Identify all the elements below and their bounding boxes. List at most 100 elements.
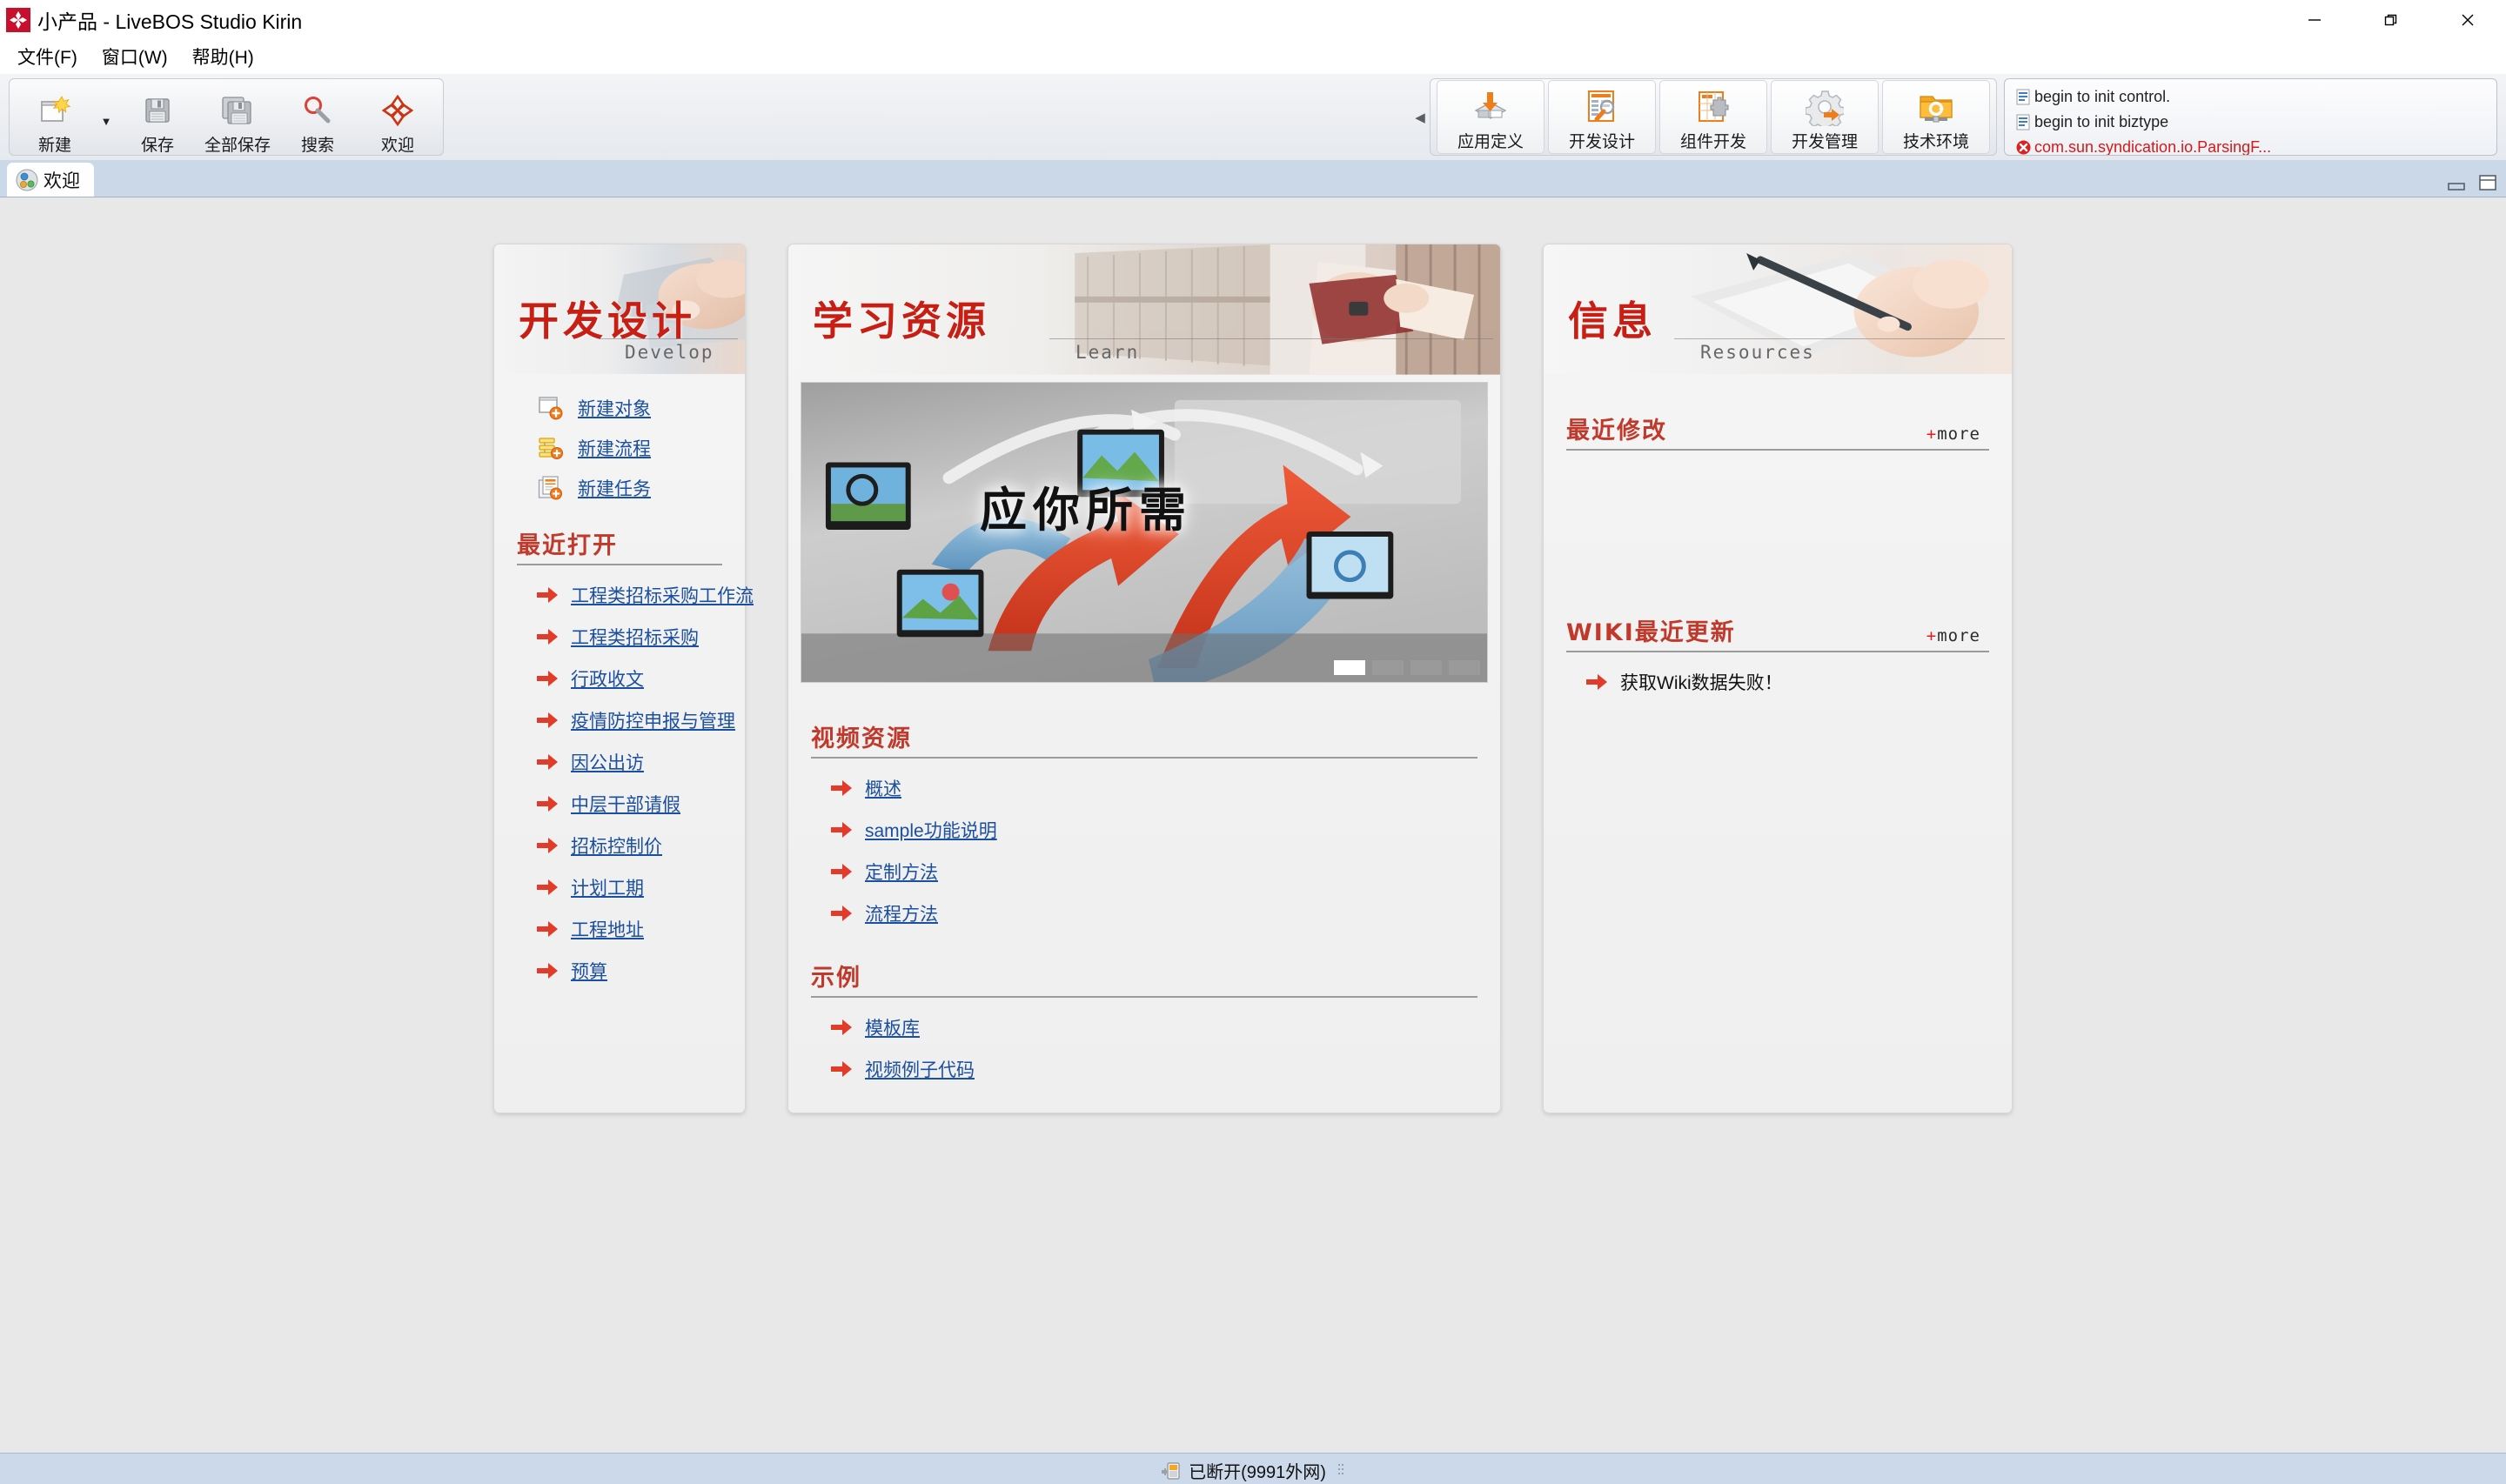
minimize-view-icon[interactable]: [2447, 172, 2466, 191]
restore-window-button[interactable]: [2353, 0, 2429, 39]
recent-item-label[interactable]: 因公出访: [571, 749, 644, 775]
video-item-label[interactable]: 流程方法: [865, 900, 938, 926]
menu-window[interactable]: 窗口(W): [90, 40, 180, 73]
magnifier-icon: [300, 90, 335, 130]
wiki-updates-rule: [1566, 651, 1989, 652]
recent-item-label[interactable]: 工程类招标采购: [571, 624, 699, 650]
recent-item-label[interactable]: 疫情防控申报与管理: [571, 707, 735, 733]
carousel-dot-1[interactable]: [1334, 660, 1365, 675]
collapse-left-arrow-icon[interactable]: ◀: [1410, 78, 1430, 156]
resize-grip-icon[interactable]: [1337, 1462, 1345, 1480]
quick-link-new-flow[interactable]: 新建流程: [517, 431, 722, 465]
list-item[interactable]: 疫情防控申报与管理: [517, 699, 735, 741]
new-dropdown-chevron-down-icon[interactable]: ▼: [95, 84, 117, 157]
log-line-text: begin to init control.: [2034, 88, 2171, 105]
resources-banner: 信息 Resources: [1544, 244, 2012, 375]
log-line[interactable]: begin to init control.: [2012, 84, 2489, 110]
save-floppy-icon: [140, 90, 175, 130]
example-item-label[interactable]: 视频例子代码: [865, 1056, 975, 1082]
list-item[interactable]: 流程方法: [811, 892, 1477, 934]
log-panel[interactable]: begin to init control. begin to init biz…: [2004, 78, 2497, 156]
recent-item-label[interactable]: 中层干部请假: [571, 791, 680, 817]
list-item[interactable]: sample功能说明: [811, 809, 1477, 851]
recent-modified-more-link[interactable]: +more: [1926, 424, 1980, 444]
save-all-button[interactable]: 全部保存: [198, 84, 278, 157]
learn-title-zh: 学习资源: [813, 297, 990, 344]
carousel-dot-4[interactable]: [1449, 660, 1480, 675]
log-line[interactable]: begin to init biztype: [2012, 110, 2489, 135]
video-item-label[interactable]: sample功能说明: [865, 817, 997, 843]
promo-banner[interactable]: 应你所需: [801, 382, 1488, 683]
list-item[interactable]: 定制方法: [811, 851, 1477, 892]
maximize-view-icon[interactable]: [2478, 172, 2497, 191]
menu-help[interactable]: 帮助(H): [180, 40, 266, 73]
list-item[interactable]: 视频例子代码: [811, 1048, 1477, 1090]
list-item[interactable]: 工程类招标采购: [517, 616, 722, 658]
carousel-dot-2[interactable]: [1372, 660, 1404, 675]
tech-environment-label: 技术环境: [1902, 133, 1969, 151]
card-develop: 开发设计 Develop 新建对象 新建流程 新建任务 最近打开 工程类招标采购…: [493, 244, 754, 1113]
list-item[interactable]: 招标控制价: [517, 825, 722, 866]
develop-manage-label: 开发管理: [1791, 133, 1858, 151]
list-item[interactable]: 概述: [811, 767, 1477, 809]
recent-open-heading: 最近打开: [517, 526, 722, 565]
more-plus-sign: +: [1926, 424, 1938, 444]
red-arrow-icon: [1585, 673, 1608, 691]
welcome-button[interactable]: 欢迎: [358, 84, 438, 157]
video-item-label[interactable]: 概述: [865, 775, 901, 801]
search-button[interactable]: 搜索: [278, 84, 358, 157]
menu-file[interactable]: 文件(F): [5, 40, 90, 73]
new-button[interactable]: 新建: [15, 84, 95, 157]
recent-item-label[interactable]: 计划工期: [571, 874, 644, 900]
develop-manage-button[interactable]: 开发管理: [1771, 80, 1879, 154]
save-button[interactable]: 保存: [117, 84, 198, 157]
component-develop-button[interactable]: 组件开发: [1659, 80, 1767, 154]
quick-link-new-object-label[interactable]: 新建对象: [578, 395, 651, 421]
more-plus-sign: +: [1926, 626, 1938, 645]
example-section-rule: [811, 996, 1477, 998]
list-item[interactable]: 因公出访: [517, 741, 722, 783]
list-item[interactable]: 中层干部请假: [517, 783, 722, 825]
learn-title-en: Learn: [1075, 342, 1140, 363]
log-info-icon: [2012, 89, 2034, 105]
tab-welcome[interactable]: 欢迎: [7, 163, 94, 197]
recent-item-label[interactable]: 行政收文: [571, 665, 644, 692]
list-item[interactable]: 计划工期: [517, 866, 722, 908]
save-all-floppy-icon: [220, 90, 255, 130]
list-item[interactable]: 工程地址: [517, 908, 722, 950]
example-item-label[interactable]: 模板库: [865, 1014, 920, 1040]
video-item-label[interactable]: 定制方法: [865, 859, 938, 885]
quick-link-new-flow-label[interactable]: 新建流程: [578, 435, 651, 461]
recent-item-label[interactable]: 预算: [571, 958, 607, 984]
recent-open-title: 最近打开: [517, 532, 618, 559]
recent-item-label[interactable]: 招标控制价: [571, 832, 662, 859]
list-item[interactable]: 预算: [517, 950, 722, 992]
red-arrow-icon: [536, 920, 559, 938]
list-item[interactable]: 工程类招标采购工作流: [517, 574, 754, 616]
log-line[interactable]: com.sun.syndication.io.ParsingF...: [2012, 135, 2489, 155]
quick-link-new-task-label[interactable]: 新建任务: [578, 475, 651, 501]
connection-status[interactable]: 已断开(9991外网): [1161, 1458, 1345, 1483]
red-arrow-icon: [830, 779, 853, 797]
red-arrow-icon: [830, 821, 853, 839]
list-item[interactable]: 行政收文: [517, 658, 722, 699]
quick-link-new-object[interactable]: 新建对象: [517, 391, 722, 425]
card-resources: 信息 Resources 最近修改 +more WIKI最近更新 +more 获…: [1543, 244, 2013, 1113]
red-arrow-icon: [536, 753, 559, 771]
recent-item-label[interactable]: 工程类招标采购工作流: [571, 582, 754, 608]
quick-link-new-task[interactable]: 新建任务: [517, 471, 722, 505]
wiki-updates-more-link[interactable]: +more: [1926, 626, 1980, 645]
develop-title-rule: [599, 338, 738, 339]
recent-item-label[interactable]: 工程地址: [571, 916, 644, 942]
red-arrow-icon: [536, 879, 559, 896]
example-list: 模板库 视频例子代码: [811, 1006, 1477, 1090]
develop-design-button[interactable]: 开发设计: [1548, 80, 1656, 154]
list-item[interactable]: 模板库: [811, 1006, 1477, 1048]
tech-environment-button[interactable]: 技术环境: [1882, 80, 1990, 154]
carousel-dot-3[interactable]: [1410, 660, 1442, 675]
close-window-button[interactable]: [2429, 0, 2506, 39]
minimize-window-button[interactable]: [2276, 0, 2353, 39]
recent-modified-list: [1566, 459, 1989, 603]
app-definition-button[interactable]: 应用定义: [1437, 80, 1544, 154]
